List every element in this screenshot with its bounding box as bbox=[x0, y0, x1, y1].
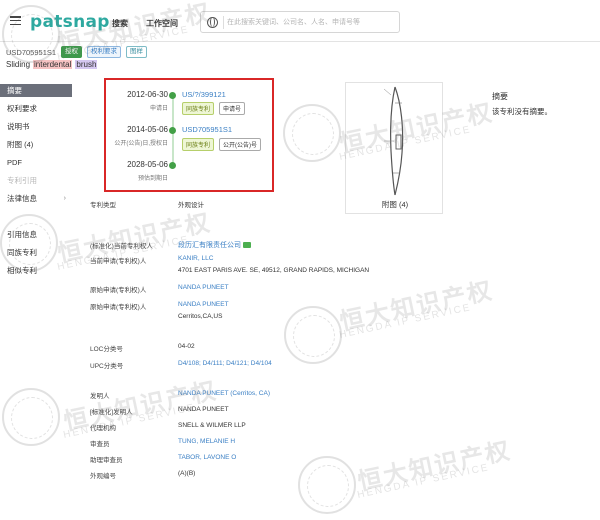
title-word-2: interdental bbox=[33, 60, 73, 69]
sidebar-item-legal[interactable]: 法律信息 › bbox=[0, 192, 72, 205]
sidebar-item-similar[interactable]: 相似专利 bbox=[0, 264, 72, 277]
field-label: (标准化)当前专利权人 bbox=[90, 243, 153, 250]
field-value[interactable]: TUNG, MELANIE H bbox=[178, 438, 235, 445]
badge-claims[interactable]: 权利要求 bbox=[87, 46, 122, 58]
abstract-text: 该专利没有摘要。 bbox=[492, 107, 552, 116]
sidebar-item-abstract[interactable]: 摘要 bbox=[0, 84, 72, 97]
timeline-number[interactable]: US/?/399121 bbox=[182, 90, 226, 99]
timeline-date: 2014-05-06 bbox=[127, 125, 168, 134]
timeline-number[interactable]: USD705951S1 bbox=[182, 125, 232, 134]
tag-application-number[interactable]: 申请号 bbox=[219, 102, 246, 115]
field-label: 当前申请(专利权)人 bbox=[90, 258, 147, 265]
field-label: 原始申请(专利权)人 bbox=[90, 287, 147, 294]
tag-publication-number[interactable]: 公开(公告)号 bbox=[219, 138, 261, 151]
field-label: [标准化]发明人 bbox=[90, 409, 133, 416]
search-input[interactable] bbox=[227, 15, 397, 30]
watermark-seal-icon bbox=[298, 456, 356, 514]
badge-granted[interactable]: 授权 bbox=[61, 46, 83, 58]
watermark-text-en: HENGDA IP SERVICE bbox=[338, 302, 473, 341]
tag-family[interactable]: 同族专利 bbox=[182, 138, 215, 151]
field-value[interactable]: NANDA PUNEET bbox=[178, 284, 229, 291]
nav-workspace[interactable]: 工作空间 bbox=[146, 18, 178, 29]
field-label: LOC分类号 bbox=[90, 346, 123, 353]
timeline-desc: 公开(公告)日,授权日 bbox=[114, 141, 168, 147]
field-value: SNELL & WILMER LLP bbox=[178, 422, 246, 429]
sidebar: 摘要 权利要求 说明书 附图 (4) PDF 专利引用 法律信息 › 引用信息 … bbox=[0, 84, 72, 282]
field-label: 原始申请(专利权)人 bbox=[90, 304, 147, 311]
sidebar-item-legal-label: 法律信息 bbox=[7, 194, 37, 203]
top-bar: patsnap 搜索 工作空间 bbox=[0, 0, 600, 42]
external-link-icon[interactable] bbox=[243, 242, 251, 249]
field-label: 助理审查员 bbox=[90, 457, 123, 464]
hamburger-menu-icon[interactable] bbox=[10, 16, 21, 25]
watermark-text: 恒大知识产权 bbox=[355, 435, 514, 496]
title-word-1: Sliding bbox=[6, 60, 31, 69]
patent-title: Sliding interdental brush bbox=[6, 60, 98, 69]
watermark-text: 恒大知识产权 bbox=[337, 275, 496, 336]
field-value[interactable]: NANDA PUNEET bbox=[178, 301, 229, 308]
sidebar-item-citations[interactable]: 专利引用 bbox=[0, 174, 72, 187]
field-label: 专利类型 bbox=[90, 202, 116, 209]
field-value[interactable]: TABOR, LAVONE O bbox=[178, 454, 236, 461]
timeline-highlight: 2012-06-30 申请日 US/?/399121 同族专利 申请号 2014… bbox=[104, 78, 274, 192]
timeline-dot bbox=[169, 92, 176, 99]
assignee-name[interactable]: 段历汇有限责任公司 bbox=[178, 242, 241, 249]
field-value: 04-02 bbox=[178, 343, 195, 350]
watermark-seal-icon bbox=[2, 388, 60, 446]
chevron-right-icon: › bbox=[63, 195, 66, 202]
brush-drawing-icon bbox=[383, 86, 404, 196]
field-label: UPC分类号 bbox=[90, 363, 124, 370]
field-value-address: 4701 EAST PARIS AVE. SE, 49512, GRAND RA… bbox=[178, 267, 370, 274]
patent-number-row: USD705951S1 授权 权利要求 图样 bbox=[6, 46, 148, 58]
field-label: 发明人 bbox=[90, 393, 110, 400]
timeline-desc: 预估到期日 bbox=[137, 176, 168, 182]
sidebar-item-description[interactable]: 说明书 bbox=[0, 120, 72, 133]
field-value-assignee[interactable]: 段历汇有限责任公司 bbox=[178, 240, 251, 250]
field-value: NANDA PUNEET bbox=[178, 406, 229, 413]
drawing-thumbnail[interactable]: 附图 (4) bbox=[345, 82, 443, 214]
abstract-title: 摘要 bbox=[492, 92, 508, 101]
field-value-location: Cerritos,CA,US bbox=[178, 313, 223, 320]
nav-search[interactable]: 搜索 bbox=[112, 18, 128, 29]
field-value[interactable]: KANIR, LLC bbox=[178, 255, 213, 262]
timeline-date: 2012-06-30 bbox=[127, 90, 168, 99]
field-value[interactable]: NANDA PUNEET (Cerritos, CA) bbox=[178, 390, 270, 397]
field-label: 代理机构 bbox=[90, 425, 116, 432]
watermark-text-en: HENGDA IP SERVICE bbox=[356, 462, 491, 501]
search-box[interactable] bbox=[200, 11, 400, 33]
field-label: 外观编号 bbox=[90, 473, 116, 480]
sidebar-item-claims[interactable]: 权利要求 bbox=[0, 102, 72, 115]
sidebar-item-drawings[interactable]: 附图 (4) bbox=[0, 138, 72, 151]
field-value: (A)(B) bbox=[178, 470, 196, 477]
timeline-dot bbox=[169, 162, 176, 169]
tag-family[interactable]: 同族专利 bbox=[182, 102, 215, 115]
timeline-desc: 申请日 bbox=[149, 106, 168, 112]
patsnap-logo[interactable]: patsnap bbox=[30, 12, 110, 32]
badge-drawings[interactable]: 图样 bbox=[126, 46, 148, 58]
sidebar-item-cite-info[interactable]: 引用信息 bbox=[0, 228, 72, 241]
field-value: 外观设计 bbox=[178, 202, 204, 209]
watermark-seal-icon bbox=[283, 104, 341, 162]
timeline-date: 2028-05-06 bbox=[127, 160, 168, 169]
drawing-caption: 附图 (4) bbox=[381, 200, 409, 209]
sidebar-item-pdf[interactable]: PDF bbox=[0, 156, 72, 169]
field-value[interactable]: D4/108; D4/111; D4/121; D4/104 bbox=[178, 360, 272, 367]
globe-icon[interactable] bbox=[207, 17, 218, 28]
search-divider bbox=[223, 16, 224, 29]
patent-number: USD705951S1 bbox=[6, 47, 57, 57]
title-word-3: brush bbox=[75, 60, 98, 69]
field-label: 审查员 bbox=[90, 441, 110, 448]
watermark-seal-icon bbox=[284, 306, 342, 364]
timeline-dot bbox=[169, 127, 176, 134]
sidebar-item-family[interactable]: 同族专利 bbox=[0, 246, 72, 259]
